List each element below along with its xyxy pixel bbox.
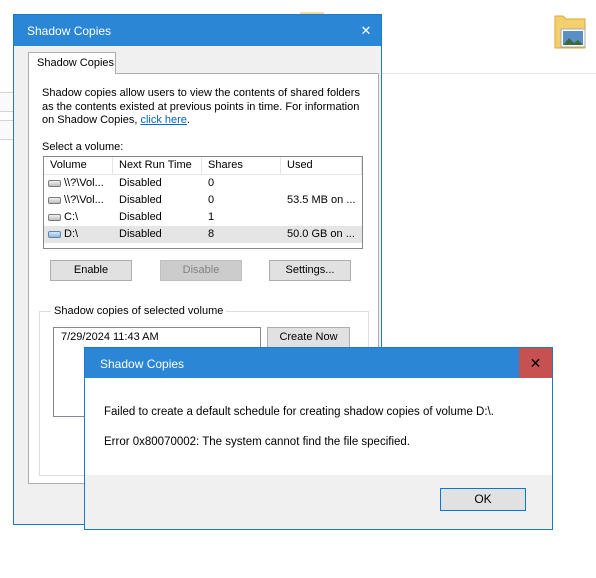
select-volume-label: Select a volume: <box>42 141 124 153</box>
volume-name: D:\ <box>64 228 79 240</box>
background-divider <box>382 73 596 74</box>
shares-count: 1 <box>208 211 215 223</box>
disable-button[interactable]: Disable <box>160 260 242 281</box>
shares-count: 0 <box>208 194 215 206</box>
error-dialog: Shadow Copies ✕ Failed to create a defau… <box>84 347 553 530</box>
next-run-time: Disabled <box>119 228 162 240</box>
image-folder-icon[interactable] <box>553 12 587 50</box>
used-space: 53.5 MB on ... <box>287 194 356 206</box>
close-button[interactable]: ✕ <box>519 348 552 378</box>
volume-row[interactable]: \\?\Vol... Disabled 0 <box>44 175 362 192</box>
next-run-time: Disabled <box>119 194 162 206</box>
tab-shadow-copies[interactable]: Shadow Copies <box>28 52 116 74</box>
close-button[interactable]: ✕ <box>351 15 381 46</box>
description-text: Shadow copies allow users to view the co… <box>42 87 360 126</box>
column-header-next-run-time[interactable]: Next Run Time <box>113 157 202 174</box>
error-title-bar[interactable]: Shadow Copies <box>85 348 552 378</box>
settings-button[interactable]: Settings... <box>269 260 351 281</box>
next-run-time: Disabled <box>119 211 162 223</box>
drive-icon <box>48 231 61 238</box>
column-header-shares[interactable]: Shares <box>202 157 281 174</box>
volume-name: \\?\Vol... <box>64 177 104 189</box>
title-bar[interactable]: Shadow Copies <box>14 15 381 46</box>
column-header-used[interactable]: Used <box>281 157 362 174</box>
used-space: 50.0 GB on ... <box>287 228 355 240</box>
drive-icon <box>48 197 61 204</box>
volume-row-selected[interactable]: D:\ Disabled 8 50.0 GB on ... <box>44 226 362 243</box>
shadow-copy-item[interactable]: 7/29/2024 11:43 AM <box>61 331 159 343</box>
next-run-time: Disabled <box>119 177 162 189</box>
volume-row[interactable]: \\?\Vol... Disabled 0 53.5 MB on ... <box>44 192 362 209</box>
error-title: Shadow Copies <box>100 357 185 371</box>
group-label: Shadow copies of selected volume <box>51 305 227 317</box>
error-message: Failed to create a default schedule for … <box>104 406 494 418</box>
volume-list-header: Volume Next Run Time Shares Used <box>44 157 362 175</box>
error-dialog-footer: OK <box>85 475 552 529</box>
help-link[interactable]: click here <box>140 114 186 126</box>
shares-count: 0 <box>208 177 215 189</box>
volume-row[interactable]: C:\ Disabled 1 <box>44 209 362 226</box>
enable-button[interactable]: Enable <box>50 260 132 281</box>
window-title: Shadow Copies <box>27 24 112 38</box>
drive-icon <box>48 214 61 221</box>
volume-name: \\?\Vol... <box>64 194 104 206</box>
volume-list[interactable]: Volume Next Run Time Shares Used \\?\Vol… <box>43 156 363 249</box>
shares-count: 8 <box>208 228 215 240</box>
column-header-volume[interactable]: Volume <box>44 157 113 174</box>
volume-name: C:\ <box>64 211 79 223</box>
ok-button[interactable]: OK <box>440 488 526 511</box>
error-code: Error 0x80070002: The system cannot find… <box>104 436 410 448</box>
create-now-button[interactable]: Create Now <box>267 327 350 348</box>
drive-icon <box>48 180 61 187</box>
